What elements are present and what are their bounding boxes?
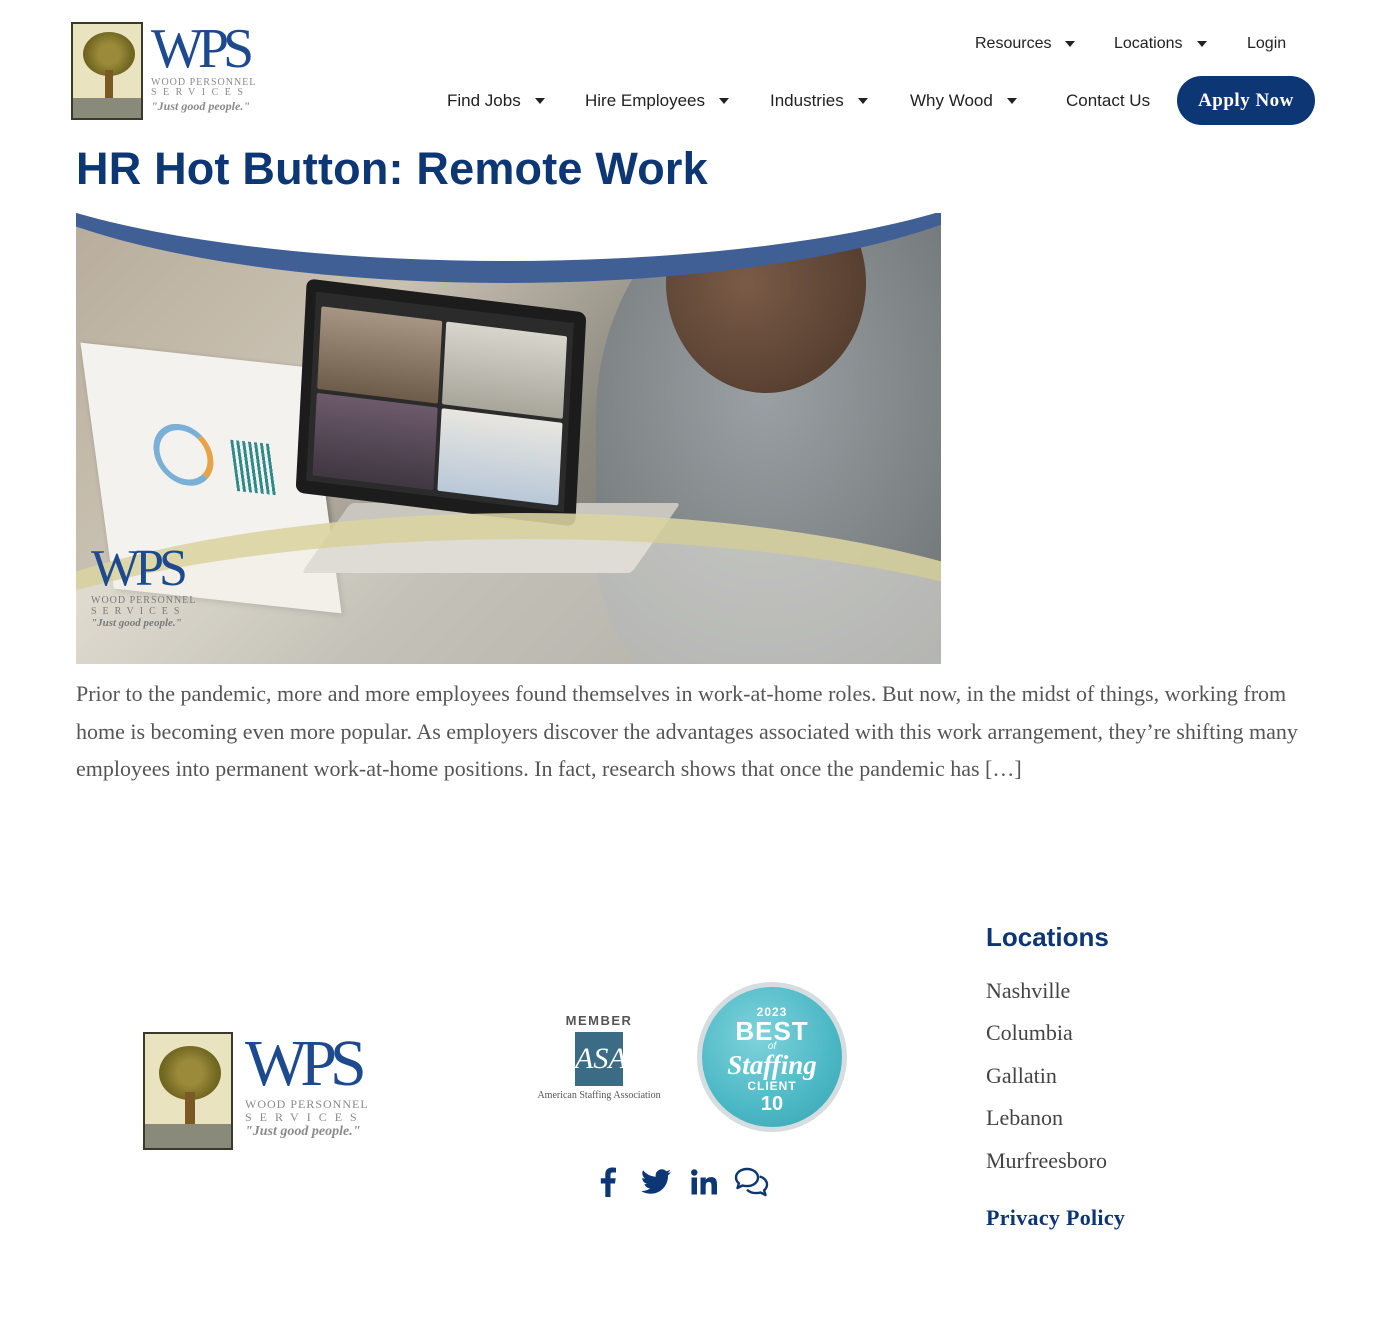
logo-letters: WPS xyxy=(151,18,254,80)
laptop-shape xyxy=(295,278,587,527)
badge-staffing: Staffing xyxy=(727,1050,817,1080)
asa-mark: ASA xyxy=(575,1032,627,1086)
location-link-columbia[interactable]: Columbia xyxy=(986,1020,1073,1046)
watermark-tagline: "Just good people." xyxy=(91,617,182,629)
chat-icon[interactable] xyxy=(733,1164,771,1200)
article-excerpt: Prior to the pandemic, more and more emp… xyxy=(76,681,1298,781)
nav-industries[interactable]: Industries xyxy=(770,89,868,113)
caret-down-icon xyxy=(1065,41,1076,47)
logo-line2: SERVICES xyxy=(151,87,250,98)
nav-find-jobs[interactable]: Find Jobs xyxy=(447,89,545,113)
video-tile xyxy=(317,306,443,404)
nav-why-wood[interactable]: Why Wood xyxy=(910,89,1017,113)
caret-down-icon xyxy=(1196,41,1207,47)
site-logo[interactable]: WPS WOOD PERSONNEL SERVICES "Just good p… xyxy=(71,20,261,122)
nav-resources-label: Resources xyxy=(975,35,1052,52)
featured-image[interactable]: WPS WOOD PERSONNEL SERVICES "Just good p… xyxy=(76,213,941,664)
nav-contact-us[interactable]: Contact Us xyxy=(1066,89,1150,113)
video-tile xyxy=(437,408,563,506)
nav-locations[interactable]: Locations xyxy=(1114,32,1207,56)
badge-best: BEST xyxy=(735,1016,809,1046)
nav-hire-employees[interactable]: Hire Employees xyxy=(585,89,729,113)
video-tile xyxy=(441,321,568,419)
location-link-nashville[interactable]: Nashville xyxy=(986,978,1070,1004)
nav-industries-label: Industries xyxy=(770,91,844,110)
image-watermark-logo: WPS WOOD PERSONNEL SERVICES "Just good p… xyxy=(91,540,206,630)
nav-locations-label: Locations xyxy=(1114,35,1183,52)
page-title[interactable]: HR Hot Button: Remote Work xyxy=(76,143,708,195)
twitter-icon[interactable] xyxy=(640,1164,672,1200)
facebook-icon[interactable] xyxy=(596,1164,620,1200)
asa-member-label: MEMBER xyxy=(565,1013,633,1028)
tree-logo-icon xyxy=(71,22,143,120)
logo-letters: WPS xyxy=(245,1027,367,1100)
logo-line2: SERVICES xyxy=(245,1110,365,1124)
badge-client: CLIENT xyxy=(747,1079,797,1093)
caret-down-icon xyxy=(534,98,545,104)
linkedin-icon[interactable] xyxy=(689,1164,719,1200)
nav-contact-us-label: Contact Us xyxy=(1066,91,1151,110)
privacy-policy-link[interactable]: Privacy Policy xyxy=(986,1205,1125,1231)
locations-heading: Locations xyxy=(986,922,1109,952)
nav-why-wood-label: Why Wood xyxy=(910,91,993,110)
caret-down-icon xyxy=(857,98,868,104)
watermark-letters: WPS xyxy=(91,540,188,597)
location-link-gallatin[interactable]: Gallatin xyxy=(986,1063,1057,1089)
location-link-murfreesboro[interactable]: Murfreesboro xyxy=(986,1148,1107,1174)
apply-now-button[interactable]: Apply Now xyxy=(1177,76,1315,125)
asa-name: American Staffing Association xyxy=(537,1090,661,1101)
tree-logo-icon xyxy=(143,1032,233,1150)
best-of-staffing-badge: 2023 BEST of Staffing CLIENT 10 xyxy=(697,982,847,1132)
caret-down-icon xyxy=(1006,98,1017,104)
nav-login[interactable]: Login xyxy=(1247,32,1286,56)
location-link-lebanon[interactable]: Lebanon xyxy=(986,1105,1063,1131)
video-tile xyxy=(312,392,438,491)
nav-resources[interactable]: Resources xyxy=(975,32,1076,56)
watermark-line2: SERVICES xyxy=(91,606,186,617)
caret-down-icon xyxy=(719,98,729,104)
nav-hire-employees-label: Hire Employees xyxy=(585,91,705,110)
logo-tagline: "Just good people." xyxy=(151,99,250,113)
logo-tagline: "Just good people." xyxy=(245,1124,361,1139)
watermark-line1: WOOD PERSONNEL xyxy=(91,595,197,606)
badge-years: 10 xyxy=(760,1093,784,1115)
footer-logo[interactable]: WPS WOOD PERSONNEL SERVICES "Just good p… xyxy=(143,1030,378,1152)
nav-login-label: Login xyxy=(1247,35,1287,52)
asa-member-badge: MEMBER ASA American Staffing Association xyxy=(533,1013,665,1108)
nav-find-jobs-label: Find Jobs xyxy=(447,91,521,110)
